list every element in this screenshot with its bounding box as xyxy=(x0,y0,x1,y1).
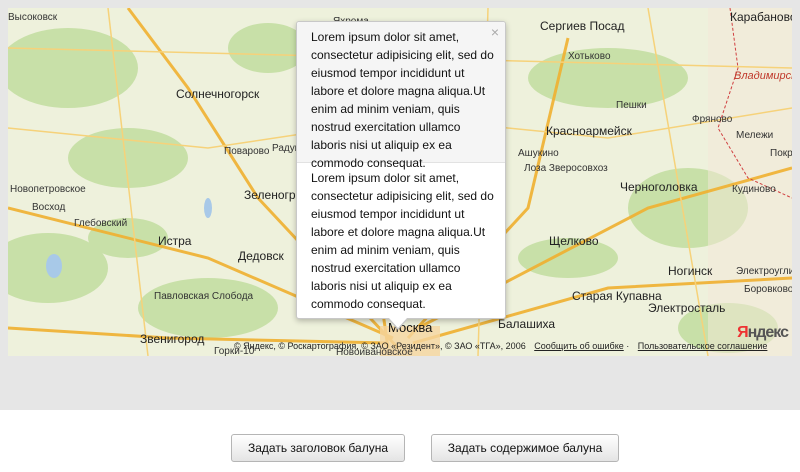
city-label: Черноголовка xyxy=(620,180,698,194)
balloon-body-text: Lorem ipsum dolor sit amet, consectetur … xyxy=(311,171,494,311)
map-copyright: © Яндекс, © Роскартография, © ЗАО «Резид… xyxy=(234,341,767,352)
city-label: Глебовский xyxy=(74,218,128,229)
city-label: Красноармейск xyxy=(546,124,632,138)
city-label: Солнечногорск xyxy=(176,87,260,101)
copyright-text: © Яндекс, © Роскартография, © ЗАО «Резид… xyxy=(234,341,526,351)
city-label: Дедовск xyxy=(238,249,284,263)
city-label: Покров xyxy=(770,148,792,159)
city-label: Владимирская об xyxy=(734,70,792,82)
user-agreement-link[interactable]: Пользовательское соглашение xyxy=(638,341,768,351)
city-label: Карабаново xyxy=(730,10,792,24)
city-label: Звенигород xyxy=(140,332,205,346)
city-label: Хотьково xyxy=(568,51,611,62)
map-balloon: × Lorem ipsum dolor sit amet, consectetu… xyxy=(296,21,506,330)
balloon-tail xyxy=(389,318,407,328)
city-label: Поварово xyxy=(224,146,270,157)
report-error-link[interactable]: Сообщить об ошибке xyxy=(534,341,624,351)
city-label: Ашукино xyxy=(518,148,559,159)
yandex-logo[interactable]: Яндекс xyxy=(737,324,789,342)
city-label: Павловская Слобода xyxy=(154,291,254,302)
balloon-header-text: Lorem ipsum dolor sit amet, consectetur … xyxy=(311,30,494,170)
city-label: Боровково xyxy=(744,284,792,295)
city-label: Электросталь xyxy=(648,301,726,315)
city-label: Балашиха xyxy=(498,317,556,331)
city-label: Высоковск xyxy=(8,12,58,23)
city-label: Электроугли xyxy=(736,266,792,277)
city-label: Кудиново xyxy=(732,184,776,195)
separator: · xyxy=(626,341,632,351)
city-label: Восход xyxy=(32,202,66,213)
city-label: Мележи xyxy=(736,130,774,141)
city-label: Ногинск xyxy=(668,264,713,278)
city-label: Новопетровское xyxy=(10,184,86,195)
city-label: Лоза Зверосовхоз xyxy=(524,163,608,174)
city-label: Фряново xyxy=(692,114,733,125)
city-label: Сергиев Посад xyxy=(540,19,625,33)
city-label: Пешки xyxy=(616,100,647,111)
city-label: Щелково xyxy=(549,234,599,248)
set-balloon-header-button[interactable]: Задать заголовок балуна xyxy=(231,434,405,462)
city-label: Истра xyxy=(158,234,192,248)
set-balloon-content-button[interactable]: Задать содержимое балуна xyxy=(431,434,619,462)
